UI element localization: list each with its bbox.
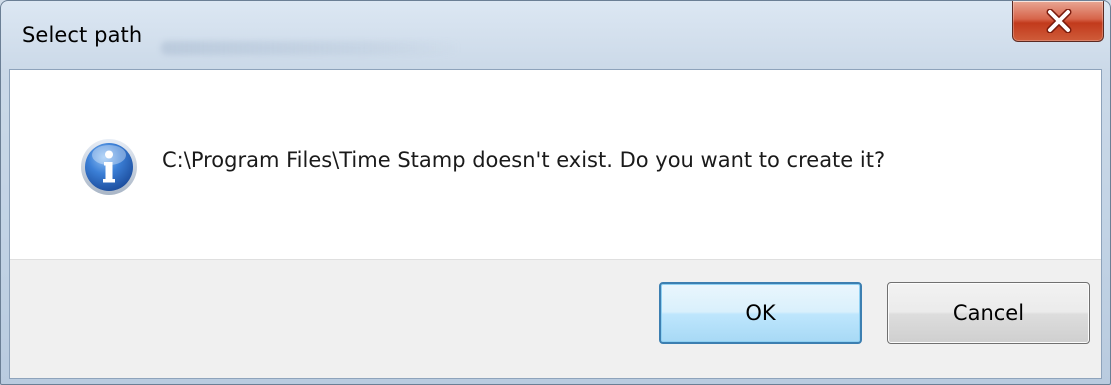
close-button[interactable] (1012, 1, 1104, 42)
cancel-button-label: Cancel (952, 301, 1025, 325)
ok-button-label: OK (745, 301, 776, 325)
cancel-button[interactable]: Cancel (887, 282, 1090, 344)
message-text: C:\Program Files\Time Stamp doesn't exis… (162, 148, 886, 172)
info-icon (81, 139, 137, 195)
window-title: Select path (22, 23, 143, 47)
dialog-client-area: C:\Program Files\Time Stamp doesn't exis… (9, 69, 1102, 379)
button-area: OK Cancel (10, 259, 1101, 378)
message-area: C:\Program Files\Time Stamp doesn't exis… (10, 70, 1101, 259)
ok-button[interactable]: OK (659, 282, 862, 344)
dialog-window: Select path C:\Program Files\Time Stamp … (0, 0, 1111, 385)
title-bar-background-blur (161, 41, 461, 55)
title-bar[interactable]: Select path (1, 1, 1110, 69)
close-icon (1046, 9, 1072, 33)
